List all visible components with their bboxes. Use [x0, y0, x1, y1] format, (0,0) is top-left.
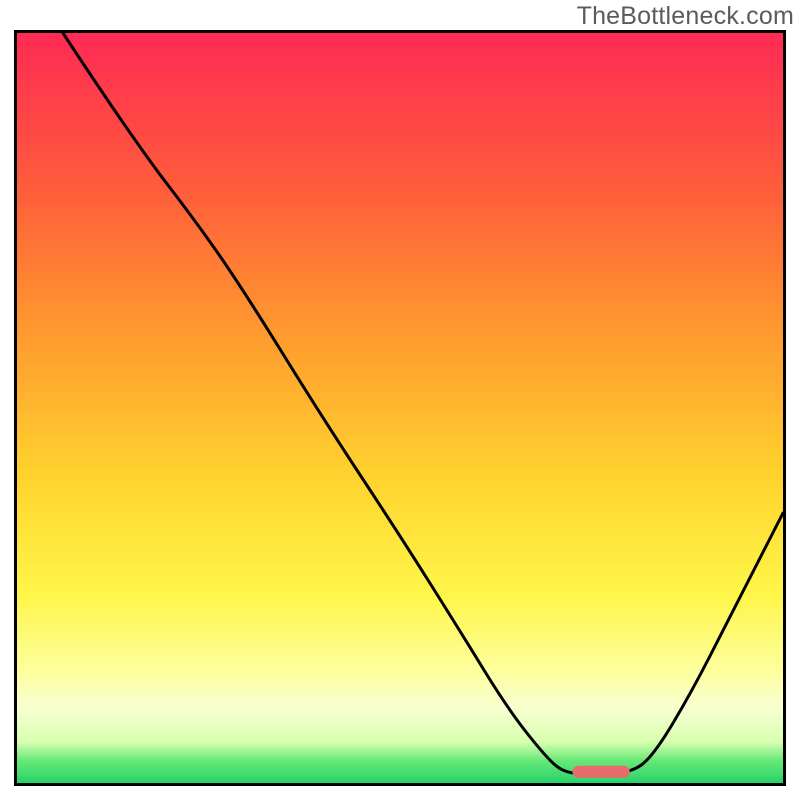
optimal-range-marker	[572, 766, 629, 778]
watermark-text: TheBottleneck.com	[577, 2, 794, 31]
chart-svg	[17, 33, 783, 783]
plot-area	[14, 30, 786, 786]
chart-frame: TheBottleneck.com	[0, 0, 800, 800]
gradient-background	[17, 33, 783, 783]
